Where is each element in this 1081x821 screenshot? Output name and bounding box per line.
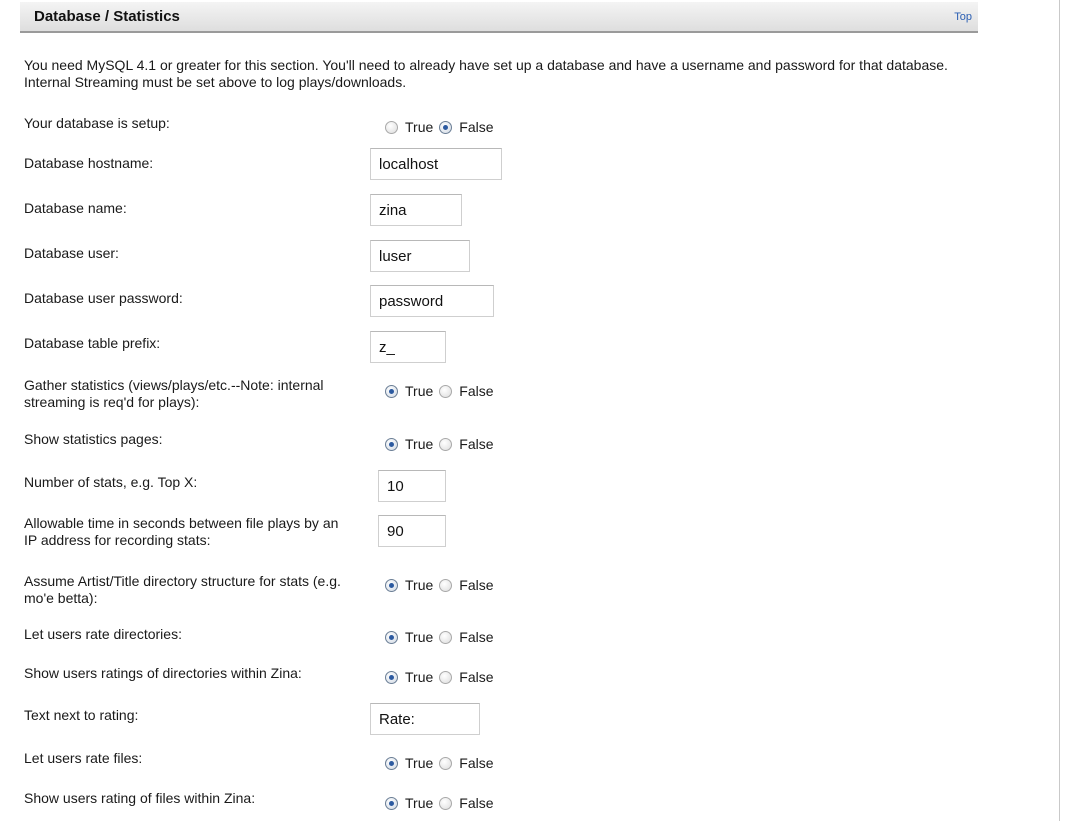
- db-name-input[interactable]: [370, 194, 462, 226]
- allow-time-label: Allowable time in seconds between file p…: [24, 515, 339, 548]
- db-name-label: Database name:: [24, 200, 127, 216]
- radio-label-false: False: [459, 436, 494, 452]
- db-hostname-input[interactable]: [370, 148, 502, 180]
- db-setup-false-option[interactable]: False: [439, 119, 494, 135]
- rate-dirs-false-option[interactable]: False: [439, 629, 494, 645]
- radio-button[interactable]: [385, 437, 398, 451]
- show-dir-ratings-label: Show users ratings of directories within…: [24, 665, 302, 681]
- show-file-ratings-label: Show users rating of files within Zina:: [24, 790, 256, 806]
- radio-button[interactable]: [439, 578, 453, 592]
- db-prefix-input[interactable]: [370, 331, 446, 363]
- radio-label-true: True: [405, 119, 434, 135]
- settings-panel: Database / Statistics Top You need MySQL…: [0, 0, 1060, 821]
- db-setup-true-option[interactable]: True: [385, 119, 433, 135]
- radio-button[interactable]: [385, 120, 398, 134]
- radio-button[interactable]: [385, 578, 398, 592]
- show-file-ratings-false-option[interactable]: False: [439, 795, 494, 811]
- gather-stats-radio-group: True False: [385, 381, 500, 401]
- radio-label-true: True: [405, 383, 434, 399]
- radio-button[interactable]: [439, 796, 453, 810]
- show-stats-false-option[interactable]: False: [439, 436, 494, 452]
- rate-files-true-option[interactable]: True: [385, 755, 433, 771]
- radio-label-true: True: [405, 436, 434, 452]
- radio-label-false: False: [459, 795, 494, 811]
- show-stats-true-option[interactable]: True: [385, 436, 433, 452]
- rate-files-false-option[interactable]: False: [439, 755, 494, 771]
- radio-label-true: True: [405, 629, 434, 645]
- radio-button[interactable]: [385, 670, 398, 684]
- radio-button[interactable]: [439, 630, 453, 644]
- show-dir-ratings-false-option[interactable]: False: [439, 669, 494, 685]
- assume-structure-true-option[interactable]: True: [385, 577, 433, 593]
- rate-files-radio-group: True False: [385, 753, 500, 773]
- assume-structure-radio-group: True False: [385, 575, 500, 595]
- db-setup-label: Your database is setup:: [24, 115, 170, 131]
- rating-text-label: Text next to rating:: [24, 707, 139, 723]
- section-intro: You need MySQL 4.1 or greater for this s…: [24, 57, 948, 90]
- assume-structure-false-option[interactable]: False: [439, 577, 494, 593]
- radio-button[interactable]: [439, 756, 453, 770]
- top-link[interactable]: Top: [954, 11, 972, 23]
- allow-time-input[interactable]: [378, 515, 446, 547]
- show-dir-ratings-radio-group: True False: [385, 667, 500, 687]
- rating-text-input[interactable]: [370, 703, 480, 735]
- rate-dirs-label: Let users rate directories:: [24, 626, 182, 642]
- show-dir-ratings-true-option[interactable]: True: [385, 669, 433, 685]
- db-hostname-label: Database hostname:: [24, 155, 154, 171]
- rate-files-label: Let users rate files:: [24, 750, 143, 766]
- db-prefix-label: Database table prefix:: [24, 335, 161, 351]
- radio-label-true: True: [405, 577, 434, 593]
- radio-label-true: True: [405, 755, 434, 771]
- section-title: Database / Statistics: [34, 8, 180, 25]
- radio-label-false: False: [459, 383, 494, 399]
- rate-dirs-true-option[interactable]: True: [385, 629, 433, 645]
- rate-dirs-radio-group: True False: [385, 627, 500, 647]
- radio-button[interactable]: [385, 796, 398, 810]
- radio-label-true: True: [405, 795, 434, 811]
- radio-label-false: False: [459, 755, 494, 771]
- radio-button[interactable]: [385, 384, 398, 398]
- db-password-input[interactable]: [370, 285, 494, 317]
- show-stats-radio-group: True False: [385, 434, 500, 454]
- radio-button[interactable]: [439, 670, 453, 684]
- radio-button[interactable]: [439, 437, 453, 451]
- gather-stats-label: Gather statistics (views/plays/etc.--Not…: [24, 377, 324, 410]
- radio-button[interactable]: [385, 756, 398, 770]
- show-stats-label: Show statistics pages:: [24, 431, 163, 447]
- section-header: Database / Statistics Top: [20, 2, 978, 33]
- radio-label-false: False: [459, 629, 494, 645]
- show-file-ratings-radio-group: True False: [385, 793, 500, 813]
- radio-label-false: False: [459, 119, 494, 135]
- assume-structure-label: Assume Artist/Title directory structure …: [24, 573, 341, 606]
- radio-button[interactable]: [385, 630, 398, 644]
- radio-button[interactable]: [439, 120, 453, 134]
- num-stats-label: Number of stats, e.g. Top X:: [24, 474, 198, 490]
- db-password-label: Database user password:: [24, 290, 183, 306]
- num-stats-input[interactable]: [378, 470, 446, 502]
- gather-stats-false-option[interactable]: False: [439, 383, 494, 399]
- radio-button[interactable]: [439, 384, 453, 398]
- gather-stats-true-option[interactable]: True: [385, 383, 433, 399]
- db-user-label: Database user:: [24, 245, 119, 261]
- radio-label-false: False: [459, 669, 494, 685]
- db-setup-radio-group: True False: [385, 117, 500, 137]
- radio-label-true: True: [405, 669, 434, 685]
- radio-label-false: False: [459, 577, 494, 593]
- db-user-input[interactable]: [370, 240, 470, 272]
- show-file-ratings-true-option[interactable]: True: [385, 795, 433, 811]
